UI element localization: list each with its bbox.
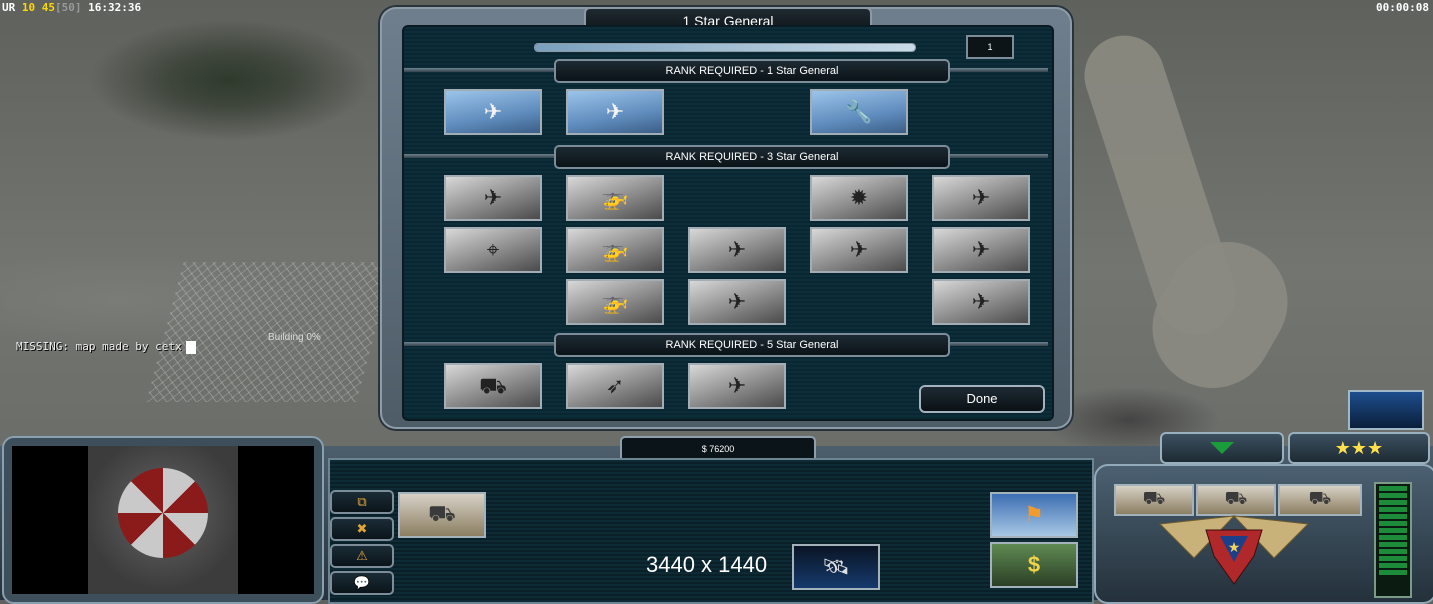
- usa-general-emblem-icon: ★: [1158, 515, 1310, 585]
- power-segment: [1379, 486, 1407, 491]
- power-segment: [1379, 528, 1407, 533]
- general-powers-portrait[interactable]: [1348, 390, 1424, 430]
- alert-button[interactable]: ⚠: [330, 544, 394, 568]
- dollar-icon: $: [1027, 552, 1041, 577]
- supply-drop-upgrade-button[interactable]: ⛟: [444, 363, 542, 409]
- napalm-strike-upgrade-button[interactable]: ✹: [810, 175, 908, 221]
- fighter-squadron-upgrade-icon: ✈: [971, 237, 991, 262]
- strafing-jet-upgrade-button[interactable]: ✈: [932, 175, 1030, 221]
- cruise-missile-upgrade-icon: ➶: [605, 373, 625, 398]
- power-segment: [1379, 556, 1407, 561]
- chevron-down-icon: [1210, 442, 1234, 454]
- radar-frame: [2, 436, 324, 604]
- bulldozer-icon: ⛟: [428, 500, 456, 526]
- minimap-terrain: [88, 446, 238, 594]
- stat-d: [50]: [55, 1, 82, 14]
- power-segment: [1379, 500, 1407, 505]
- rank-header-1: RANK REQUIRED - 1 Star General: [554, 59, 950, 83]
- cruise-missile-upgrade-button[interactable]: ➶: [566, 363, 664, 409]
- bomber-upgrade-button[interactable]: ✈: [688, 363, 786, 409]
- paradrop-upgrade-button[interactable]: ✈: [444, 175, 542, 221]
- power-segment: [1379, 570, 1407, 575]
- power-segment: [1379, 549, 1407, 554]
- stats-readout: UR 10 45[50] 16:32:36: [2, 1, 141, 14]
- helicopter-upgrade-2-icon: 🚁: [601, 237, 629, 262]
- sniper-upgrade-button[interactable]: ⌖: [444, 227, 542, 273]
- missing-text: MISSING: map made by cetx: [16, 340, 182, 353]
- text-cursor: [185, 340, 196, 354]
- stealth-bomber-upgrade-2-button[interactable]: ✈: [688, 279, 786, 325]
- resolution-label: 3440 x 1440: [646, 552, 768, 577]
- flag-icon: ⚑: [1024, 502, 1044, 527]
- missile-strike-upgrade-button[interactable]: ✈: [810, 227, 908, 273]
- spy-drone-upgrade-icon: ✈: [483, 99, 503, 124]
- field-repair-upgrade-icon: 🔧: [845, 99, 873, 124]
- satellite-portrait: 🛰: [792, 544, 880, 590]
- stat-a: UR: [2, 1, 16, 14]
- power-segment: [1379, 507, 1407, 512]
- spy-drone-upgrade-button[interactable]: ✈: [444, 89, 542, 135]
- game-timer: 00:00:08: [1376, 1, 1429, 14]
- select-all-button[interactable]: ⧉: [330, 490, 394, 514]
- fighter-squadron-upgrade-button[interactable]: ✈: [932, 227, 1030, 273]
- building-progress-label: Building 0%: [268, 332, 321, 343]
- jet-aircraft-upgrade-button[interactable]: ✈: [566, 89, 664, 135]
- general-promotion-dialog: 1 Star General 1 RANK REQUIRED - 1 Star …: [378, 5, 1074, 431]
- jet-aircraft-upgrade-icon: ✈: [605, 99, 625, 124]
- missile-strike-upgrade-icon: ✈: [849, 237, 869, 262]
- bomber-squadron-upgrade-button[interactable]: ✈: [932, 279, 1030, 325]
- strafing-jet-upgrade-icon: ✈: [971, 185, 991, 210]
- field-repair-upgrade-button[interactable]: 🔧: [810, 89, 908, 135]
- helicopter-upgrade-1-button[interactable]: 🚁: [566, 175, 664, 221]
- disband-button[interactable]: ✖: [330, 517, 394, 541]
- umbrella-logo-icon: [118, 468, 208, 558]
- power-segment: [1379, 514, 1407, 519]
- selected-unit-portrait[interactable]: ⛟: [398, 492, 486, 538]
- general-rank-stars[interactable]: ★★★: [1288, 432, 1430, 464]
- bomber-upgrade-icon: ✈: [727, 373, 747, 398]
- rank-progress-fill: [535, 44, 915, 51]
- helicopter-upgrade-2-button[interactable]: 🚁: [566, 227, 664, 273]
- stat-b: 10: [21, 1, 36, 14]
- stealth-bomber-upgrade-1-button[interactable]: ✈: [688, 227, 786, 273]
- paradrop-upgrade-icon: ✈: [483, 185, 503, 210]
- promotion-panel: 1 RANK REQUIRED - 1 Star General RANK RE…: [402, 25, 1054, 421]
- done-button[interactable]: Done: [919, 385, 1045, 413]
- power-segment: [1379, 493, 1407, 498]
- svg-text:★: ★: [1228, 540, 1241, 556]
- bomber-squadron-upgrade-icon: ✈: [971, 289, 991, 314]
- satellite-icon: 🛰: [822, 554, 850, 579]
- clock: 16:32:36: [88, 1, 142, 14]
- general-points: 1: [966, 35, 1014, 59]
- rally-flag-button[interactable]: ⚑: [990, 492, 1078, 538]
- power-segment: [1379, 521, 1407, 526]
- missing-map-message: MISSING: map made by cetx: [16, 340, 196, 354]
- radar-minimap[interactable]: [12, 446, 314, 594]
- power-segment: [1379, 542, 1407, 547]
- power-segment: [1379, 535, 1407, 540]
- helicopter-upgrade-1-icon: 🚁: [601, 185, 629, 210]
- rank-header-5: RANK REQUIRED - 5 Star General: [554, 333, 950, 357]
- stealth-bomber-upgrade-2-icon: ✈: [727, 289, 747, 314]
- helicopter-upgrade-3-button[interactable]: 🚁: [566, 279, 664, 325]
- sniper-upgrade-icon: ⌖: [486, 237, 500, 262]
- power-meter: [1374, 482, 1412, 598]
- options-toggle-button[interactable]: [1160, 432, 1284, 464]
- stealth-bomber-upgrade-1-icon: ✈: [727, 237, 747, 262]
- cash-bounty-button[interactable]: $: [990, 542, 1078, 588]
- rank-progress-bar: [534, 43, 916, 52]
- power-segment: [1379, 563, 1407, 568]
- chat-button[interactable]: 💬: [330, 571, 394, 595]
- stat-c: 45: [41, 1, 55, 14]
- supply-drop-upgrade-icon: ⛟: [479, 373, 507, 398]
- helicopter-upgrade-3-icon: 🚁: [601, 289, 629, 314]
- napalm-strike-upgrade-icon: ✹: [849, 185, 869, 210]
- rank-header-3: RANK REQUIRED - 3 Star General: [554, 145, 950, 169]
